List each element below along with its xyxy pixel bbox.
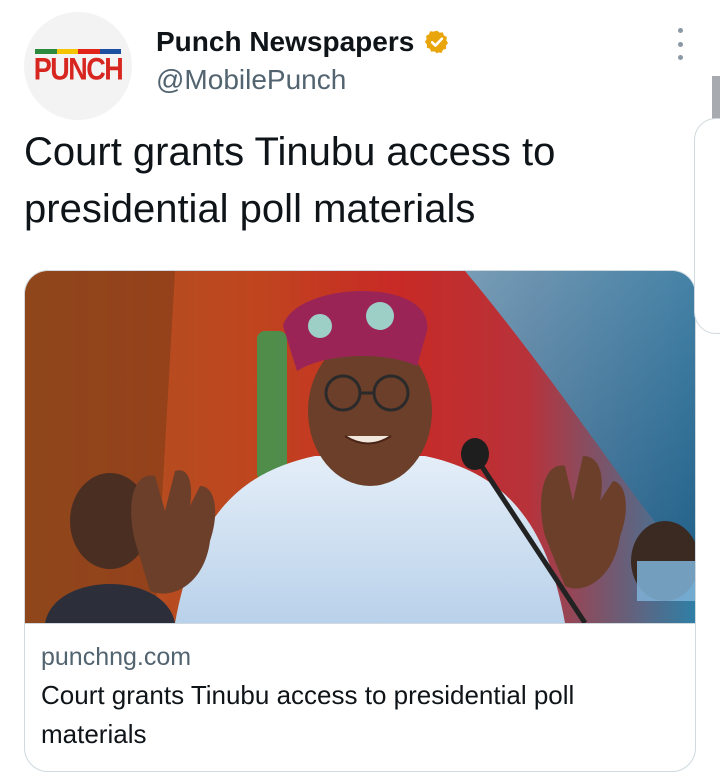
card-meta[interactable]: punchng.com Court grants Tinubu access t… (25, 623, 695, 771)
verified-badge-icon (425, 30, 449, 54)
card-domain: punchng.com (41, 643, 192, 671)
side-panel-edge (694, 118, 720, 334)
card-title: Court grants Tinubu access to presidenti… (41, 680, 575, 749)
punch-logo: PUNCH (33, 51, 124, 87)
account-name[interactable]: Punch Newspapers (156, 26, 450, 58)
card-image[interactable] (25, 271, 695, 623)
account-handle[interactable]: @MobilePunch (156, 64, 346, 96)
avatar[interactable]: PUNCH (24, 12, 132, 120)
more-options-icon[interactable] (668, 28, 692, 60)
tweet-text: Court grants Tinubu access to presidenti… (24, 130, 556, 231)
link-card[interactable]: punchng.com Court grants Tinubu access t… (24, 270, 696, 772)
account-name-label: Punch Newspapers (156, 26, 415, 57)
